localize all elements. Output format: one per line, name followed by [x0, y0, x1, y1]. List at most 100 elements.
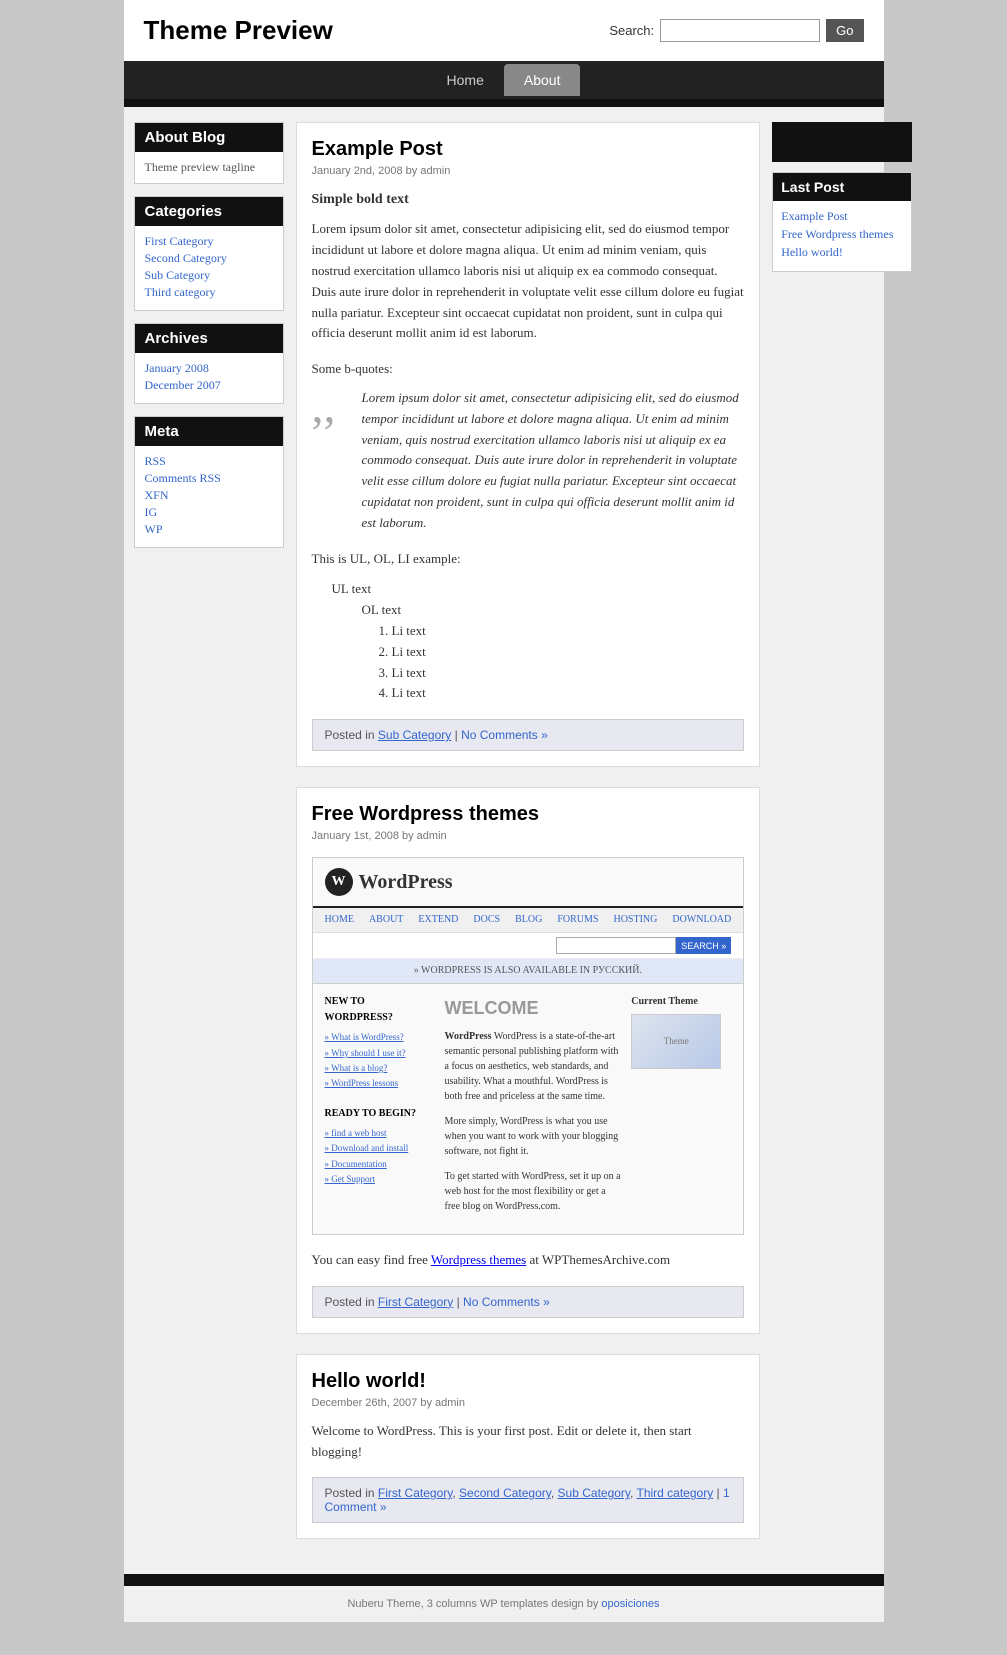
wp-nav-item: DOWNLOAD: [672, 912, 731, 928]
footer-link[interactable]: oposiciones: [601, 1598, 659, 1610]
wp-nav-item: ABOUT: [369, 912, 403, 928]
categories-title: Categories: [135, 197, 283, 226]
search-input[interactable]: [660, 19, 820, 42]
wp-search-input[interactable]: [556, 937, 676, 954]
wp-main-text: WordPress WordPress is a state-of-the-ar…: [445, 1029, 622, 1214]
wp-ready-link[interactable]: » Get Support: [325, 1172, 435, 1186]
ol-item: OL text: [362, 600, 745, 621]
wp-search-bar: SEARCH »: [313, 933, 744, 959]
wp-body: NEW TO WORDPRESS? » What is WordPress? »…: [313, 984, 744, 1234]
wp-logo-text: WordPress: [359, 866, 453, 898]
meta-link[interactable]: WP: [145, 522, 273, 537]
wp-ready-link[interactable]: » Documentation: [325, 1157, 435, 1171]
about-widget: About Blog Theme preview tagline: [134, 122, 284, 184]
wp-welcome: WELCOME: [445, 994, 622, 1023]
post-3: Hello world! December 26th, 2007 by admi…: [296, 1354, 761, 1540]
last-post-widget: Last Post Example Post Free Wordpress th…: [772, 172, 912, 272]
wp-ready-link[interactable]: » find a web host: [325, 1126, 435, 1140]
category-link[interactable]: Sub Category: [145, 268, 273, 283]
bquote-label: Some b-quotes:: [312, 359, 745, 380]
posted-in-label: Posted in: [325, 1295, 375, 1309]
search-area: Search: Go: [609, 19, 863, 42]
li-item: Li text: [392, 663, 745, 684]
wp-theme-preview: Theme: [631, 1014, 721, 1069]
wp-ready-link[interactable]: » Download and install: [325, 1141, 435, 1155]
footer: Nuberu Theme, 3 columns WP templates des…: [124, 1586, 884, 1622]
wp-nav: HOME ABOUT EXTEND DOCS BLOG FORUMS HOSTI…: [313, 908, 744, 933]
meta-link[interactable]: XFN: [145, 488, 273, 503]
post-1: Example Post January 2nd, 2008 by admin …: [296, 122, 761, 767]
wp-main: WELCOME WordPress WordPress is a state-o…: [445, 994, 622, 1224]
nav-bar: Home About: [124, 61, 884, 99]
main-content: Example Post January 2nd, 2008 by admin …: [296, 122, 761, 1559]
last-post-link[interactable]: Example Post: [781, 209, 903, 224]
wp-nav-item: EXTEND: [418, 912, 458, 928]
quote-marks-icon: ,,: [312, 383, 336, 431]
wp-logo: W WordPress: [325, 866, 453, 898]
wordpress-themes-link[interactable]: Wordpress themes: [431, 1252, 526, 1267]
wp-sidebar-link[interactable]: » Why should I use it?: [325, 1046, 435, 1060]
post-3-title: Hello world!: [312, 1370, 745, 1393]
bquote-section: Some b-quotes: ,, Lorem ipsum dolor sit …: [312, 359, 745, 533]
wp-search-button[interactable]: SEARCH »: [676, 937, 731, 954]
post-2-footer: Posted in First Category | No Comments »: [312, 1286, 745, 1318]
wp-nav-item: FORUMS: [557, 912, 598, 928]
meta-title: Meta: [135, 417, 283, 446]
meta-link[interactable]: RSS: [145, 454, 273, 469]
post-category-link[interactable]: Second Category: [459, 1486, 551, 1500]
archive-link[interactable]: January 2008: [145, 361, 273, 376]
search-label: Search:: [609, 23, 654, 38]
wp-right: Current Theme Theme: [631, 994, 731, 1224]
last-post-link[interactable]: Free Wordpress themes: [781, 227, 903, 242]
wp-sidebar-link[interactable]: » What is WordPress?: [325, 1030, 435, 1044]
content-area: About Blog Theme preview tagline Categor…: [124, 107, 884, 1574]
post-comments-link[interactable]: No Comments »: [463, 1295, 550, 1309]
post-category-link[interactable]: First Category: [378, 1295, 453, 1309]
category-link[interactable]: Third category: [145, 285, 273, 300]
post-1-bold-heading: Simple bold text: [312, 189, 745, 211]
about-tagline: Theme preview tagline: [135, 152, 283, 183]
li-item: Li text: [392, 642, 745, 663]
archives-content: January 2008 December 2007: [135, 353, 283, 403]
post-comments-link[interactable]: No Comments »: [461, 728, 548, 742]
blockquote-wrapper: ,, Lorem ipsum dolor sit amet, consectet…: [312, 388, 745, 534]
wp-logo-icon: W: [325, 868, 353, 896]
wp-nav-item: DOCS: [473, 912, 500, 928]
nav-about[interactable]: About: [504, 64, 581, 96]
wp-sidebar-title: NEW TO WORDPRESS?: [325, 994, 435, 1026]
search-button[interactable]: Go: [826, 19, 863, 42]
last-post-link[interactable]: Hello world!: [781, 245, 903, 260]
last-post-content: Example Post Free Wordpress themes Hello…: [773, 201, 911, 271]
archive-link[interactable]: December 2007: [145, 378, 273, 393]
wp-sidebar-link[interactable]: » What is a blog?: [325, 1061, 435, 1075]
post-category-link[interactable]: Third category: [637, 1486, 714, 1500]
post-category-link[interactable]: Sub Category: [558, 1486, 631, 1500]
wp-sidebar: NEW TO WORDPRESS? » What is WordPress? »…: [325, 994, 435, 1224]
category-link[interactable]: First Category: [145, 234, 273, 249]
post-category-link[interactable]: Sub Category: [378, 728, 451, 742]
post-category-link[interactable]: First Category: [378, 1486, 452, 1500]
category-link[interactable]: Second Category: [145, 251, 273, 266]
post-3-body: Welcome to WordPress. This is your first…: [312, 1421, 745, 1463]
post-1-body: Lorem ipsum dolor sit amet, consectetur …: [312, 219, 745, 344]
left-sidebar: About Blog Theme preview tagline Categor…: [134, 122, 284, 1559]
wp-body-text3: To get started with WordPress, set it up…: [445, 1169, 622, 1214]
site-title: Theme Preview: [144, 15, 333, 46]
post-1-footer: Posted in Sub Category | No Comments »: [312, 719, 745, 751]
ul-item: UL text: [332, 579, 745, 600]
wp-sidebar-link[interactable]: » WordPress lessons: [325, 1076, 435, 1090]
wp-current-theme-title: Current Theme: [631, 994, 731, 1010]
wp-nav-item: HOSTING: [613, 912, 657, 928]
wp-notice: » WORDPRESS IS ALSO AVAILABLE IN РУССКИЙ…: [313, 959, 744, 984]
meta-widget: Meta RSS Comments RSS XFN IG WP: [134, 416, 284, 548]
archives-title: Archives: [135, 324, 283, 353]
nav-bottom-bar: [124, 99, 884, 107]
wp-nav-item: BLOG: [515, 912, 542, 928]
meta-link[interactable]: Comments RSS: [145, 471, 273, 486]
wordpress-screenshot: W WordPress HOME ABOUT EXTEND DOCS BLOG …: [312, 857, 745, 1235]
nav-home[interactable]: Home: [427, 64, 504, 96]
post-2-content: W WordPress HOME ABOUT EXTEND DOCS BLOG …: [312, 857, 745, 1271]
about-widget-title: About Blog: [135, 123, 283, 152]
meta-link[interactable]: IG: [145, 505, 273, 520]
wp-header: W WordPress: [313, 858, 744, 908]
